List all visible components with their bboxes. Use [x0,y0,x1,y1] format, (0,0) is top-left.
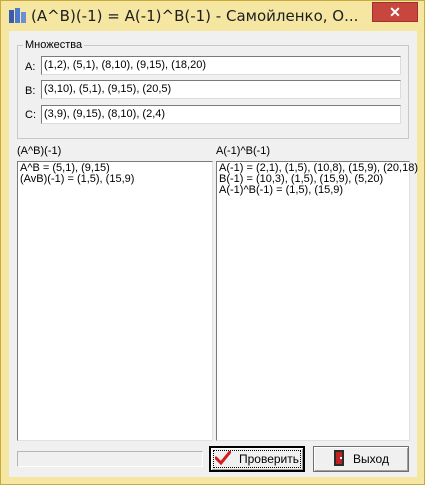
check-button[interactable]: Проверить [209,446,305,472]
left-panel-label: (A^B)(-1) [17,145,62,157]
status-panel [17,451,203,467]
memo-line: A(-1)^B(-1) = (1,5), (15,9) [219,184,344,196]
set-c-field[interactable]: (3,9), (9,15), (8,10), (2,4) [41,105,401,124]
app-window: (A^B)(-1) = A(-1)^B(-1) - Самойленко, О.… [0,0,425,485]
check-button-label: Проверить [238,452,299,466]
set-b-field[interactable]: (3,10), (5,1), (9,15), (20,5) [41,80,401,99]
close-button[interactable]: ✕ [372,2,418,22]
sets-group-label: Множества [23,39,85,51]
exit-door-icon [333,449,345,469]
exit-button-label: Выход [353,452,389,466]
set-a-field[interactable]: (1,2), (5,1), (8,10), (9,15), (18,20) [41,56,401,75]
right-result-memo[interactable]: A(-1) = (2,1), (1,5), (10,8), (15,9), (2… [216,161,418,441]
close-icon: ✕ [389,3,401,20]
exit-button[interactable]: Выход [313,446,409,472]
set-c-label: C: [25,109,36,121]
set-b-label: B: [25,85,36,97]
title-bar[interactable]: (A^B)(-1) = A(-1)^B(-1) - Самойленко, О.… [1,1,424,31]
window-title: (A^B)(-1) = A(-1)^B(-1) - Самойленко, О.… [31,7,359,25]
app-icon [9,8,27,24]
set-a-label: A: [25,61,36,73]
checkmark-icon [214,450,232,468]
right-panel-label: A(-1)^B(-1) [216,145,271,157]
client-area: Множества A: (1,2), (5,1), (8,10), (9,15… [9,31,418,477]
left-result-memo[interactable]: A^B = (5,1), (9,15) (AvB)(-1) = (1,5), (… [17,161,213,441]
memo-line: (AvB)(-1) = (1,5), (15,9) [20,173,135,185]
